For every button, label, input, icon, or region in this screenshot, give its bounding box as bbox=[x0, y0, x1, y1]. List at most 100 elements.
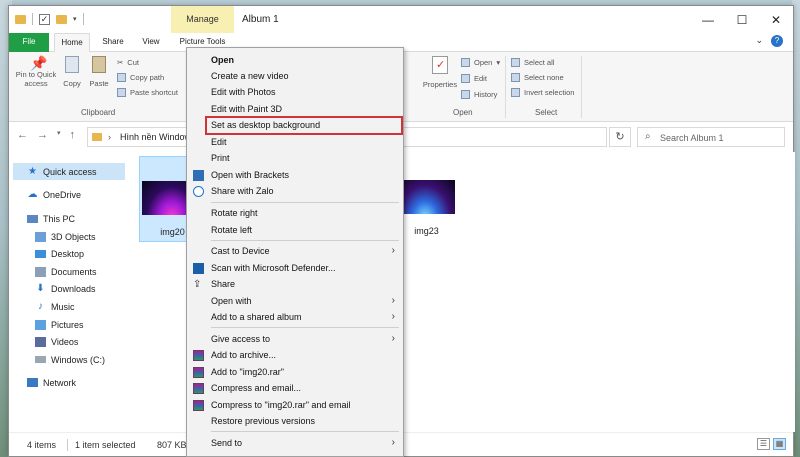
paste-shortcut-label: Paste shortcut bbox=[130, 88, 178, 97]
invert-selection-icon bbox=[511, 88, 520, 97]
window-controls: — ☐ ✕ bbox=[691, 6, 793, 33]
menu-item-label: Print bbox=[211, 153, 230, 163]
nav-item-this-pc[interactable]: This PC bbox=[27, 210, 75, 227]
pin-to-quick-access-button[interactable]: 📌 Pin to Quick access bbox=[13, 56, 59, 88]
menu-item-scan-with-defender[interactable]: Scan with Microsoft Defender... bbox=[187, 260, 403, 277]
forward-arrow-icon[interactable]: → bbox=[37, 129, 48, 141]
navigation-buttons: ← → ▾ ↑ bbox=[17, 129, 75, 141]
maximize-button[interactable]: ☐ bbox=[725, 6, 759, 33]
close-button[interactable]: ✕ bbox=[759, 6, 793, 33]
menu-item-edit-with-photos[interactable]: Edit with Photos bbox=[187, 84, 403, 101]
nav-item-windows-c[interactable]: Windows (C:) bbox=[35, 351, 105, 368]
back-arrow-icon[interactable]: ← bbox=[17, 129, 28, 141]
copy-path-icon bbox=[117, 73, 126, 82]
nav-item-videos[interactable]: Videos bbox=[35, 333, 78, 350]
tab-home[interactable]: Home bbox=[54, 33, 90, 53]
menu-item-create-video[interactable]: Create a new video bbox=[187, 68, 403, 85]
menu-item-label: Compress and email... bbox=[211, 383, 302, 393]
new-folder-icon[interactable] bbox=[56, 14, 67, 24]
nav-item-onedrive[interactable]: ☁ OneDrive bbox=[27, 186, 82, 203]
breadcrumb-path[interactable]: Hình nền Window bbox=[120, 132, 191, 142]
paste-shortcut-button[interactable]: Paste shortcut bbox=[117, 88, 178, 97]
nav-item-network[interactable]: Network bbox=[27, 374, 76, 391]
pin-label: Pin to Quick access bbox=[15, 70, 57, 88]
menu-item-give-access-to[interactable]: Give access to › bbox=[187, 331, 403, 348]
tab-view[interactable]: View bbox=[137, 33, 165, 52]
edit-icon bbox=[461, 74, 470, 83]
select-group-label: Select bbox=[535, 108, 558, 117]
nav-item-label: This PC bbox=[43, 213, 76, 224]
nav-item-desktop[interactable]: Desktop bbox=[35, 245, 84, 262]
menu-item-print[interactable]: Print bbox=[187, 150, 403, 167]
nav-item-music[interactable]: ♪ Music bbox=[35, 298, 75, 315]
select-none-button[interactable]: Select none bbox=[511, 73, 564, 82]
history-button[interactable]: History bbox=[461, 90, 497, 99]
recent-locations-chevron-icon[interactable]: ▾ bbox=[57, 129, 61, 141]
menu-item-restore-previous-versions[interactable]: Restore previous versions bbox=[187, 413, 403, 430]
menu-item-label: Create a new video bbox=[211, 71, 289, 81]
ribbon-divider bbox=[505, 56, 506, 118]
select-all-button[interactable]: Select all bbox=[511, 58, 554, 67]
refresh-button[interactable]: ↻ bbox=[609, 127, 631, 147]
menu-item-share[interactable]: ⇪ Share bbox=[187, 276, 403, 293]
cut-label: Cut bbox=[127, 58, 139, 67]
star-icon: ★ bbox=[28, 165, 37, 177]
details-view-icon[interactable]: ☰ bbox=[757, 438, 770, 450]
properties-check-icon[interactable]: ✓ bbox=[39, 13, 50, 25]
cut-button[interactable]: ✂ Cut bbox=[117, 58, 139, 67]
edit-button[interactable]: Edit bbox=[461, 74, 487, 83]
menu-item-rotate-left[interactable]: Rotate left bbox=[187, 222, 403, 239]
submenu-chevron-icon: › bbox=[391, 311, 395, 322]
invert-selection-button[interactable]: Invert selection bbox=[511, 88, 574, 97]
menu-item-send-to[interactable]: Send to › bbox=[187, 435, 403, 452]
menu-item-open-with-brackets[interactable]: Open with Brackets bbox=[187, 167, 403, 184]
minimize-button[interactable]: — bbox=[691, 6, 725, 33]
expand-ribbon-chevron-icon[interactable]: ⌄ bbox=[755, 35, 763, 47]
menu-item-compress-and-email[interactable]: Compress and email... bbox=[187, 380, 403, 397]
open-button[interactable]: Open ▾ bbox=[461, 58, 500, 67]
menu-item-label: Give access to bbox=[211, 334, 271, 344]
edit-label: Edit bbox=[474, 74, 487, 83]
nav-item-documents[interactable]: Documents bbox=[35, 263, 97, 280]
properties-button[interactable]: Properties bbox=[421, 56, 459, 89]
help-icon[interactable]: ? bbox=[771, 35, 783, 47]
menu-item-add-to-shared-album[interactable]: Add to a shared album › bbox=[187, 309, 403, 326]
nav-item-quick-access[interactable]: ★ Quick access bbox=[13, 163, 125, 180]
pin-icon: 📌 bbox=[30, 55, 48, 71]
toolbar-divider bbox=[82, 13, 84, 25]
menu-item-add-to-img20-rar[interactable]: Add to "img20.rar" bbox=[187, 364, 403, 381]
customize-toolbar-chevron-icon[interactable]: ▾ bbox=[73, 15, 77, 23]
copy-button[interactable]: Copy bbox=[61, 56, 83, 88]
breadcrumb-chevron-icon[interactable]: › bbox=[108, 132, 111, 142]
select-all-label: Select all bbox=[524, 58, 555, 67]
paste-button[interactable]: Paste bbox=[87, 56, 111, 88]
menu-item-share-with-zalo[interactable]: Share with Zalo bbox=[187, 183, 403, 200]
search-input[interactable] bbox=[660, 130, 780, 145]
copy-path-button[interactable]: Copy path bbox=[117, 73, 164, 82]
tab-file[interactable]: File bbox=[9, 33, 49, 52]
menu-item-compress-to-rar-and-email[interactable]: Compress to "img20.rar" and email bbox=[187, 397, 403, 414]
select-all-icon bbox=[511, 58, 520, 67]
up-arrow-icon[interactable]: ↑ bbox=[70, 129, 76, 141]
menu-item-label: Open with bbox=[211, 296, 252, 306]
open-group-label: Open bbox=[453, 108, 473, 117]
submenu-chevron-icon: › bbox=[391, 295, 395, 306]
menu-item-add-to-archive[interactable]: Add to archive... bbox=[187, 347, 403, 364]
menu-item-open[interactable]: Open bbox=[187, 52, 403, 69]
music-icon: ♪ bbox=[38, 300, 43, 312]
menu-item-cast-to-device[interactable]: Cast to Device › bbox=[187, 243, 403, 260]
search-box[interactable]: ⌕ bbox=[637, 127, 785, 147]
nav-item-downloads[interactable]: ⬇ Downloads bbox=[35, 280, 95, 297]
cube-icon bbox=[35, 231, 46, 242]
nav-item-pictures[interactable]: Pictures bbox=[35, 316, 84, 333]
open-icon bbox=[461, 58, 470, 67]
menu-item-edit[interactable]: Edit bbox=[187, 134, 403, 151]
menu-separator bbox=[211, 327, 399, 328]
menu-item-rotate-right[interactable]: Rotate right bbox=[187, 205, 403, 222]
select-none-label: Select none bbox=[524, 73, 564, 82]
menu-item-open-with[interactable]: Open with › bbox=[187, 293, 403, 310]
menu-item-set-as-desktop-background[interactable]: Set as desktop background bbox=[205, 116, 403, 135]
large-icons-view-icon[interactable]: ▦ bbox=[773, 438, 786, 450]
nav-item-3d-objects[interactable]: 3D Objects bbox=[35, 228, 96, 245]
tab-share[interactable]: Share bbox=[97, 33, 129, 52]
